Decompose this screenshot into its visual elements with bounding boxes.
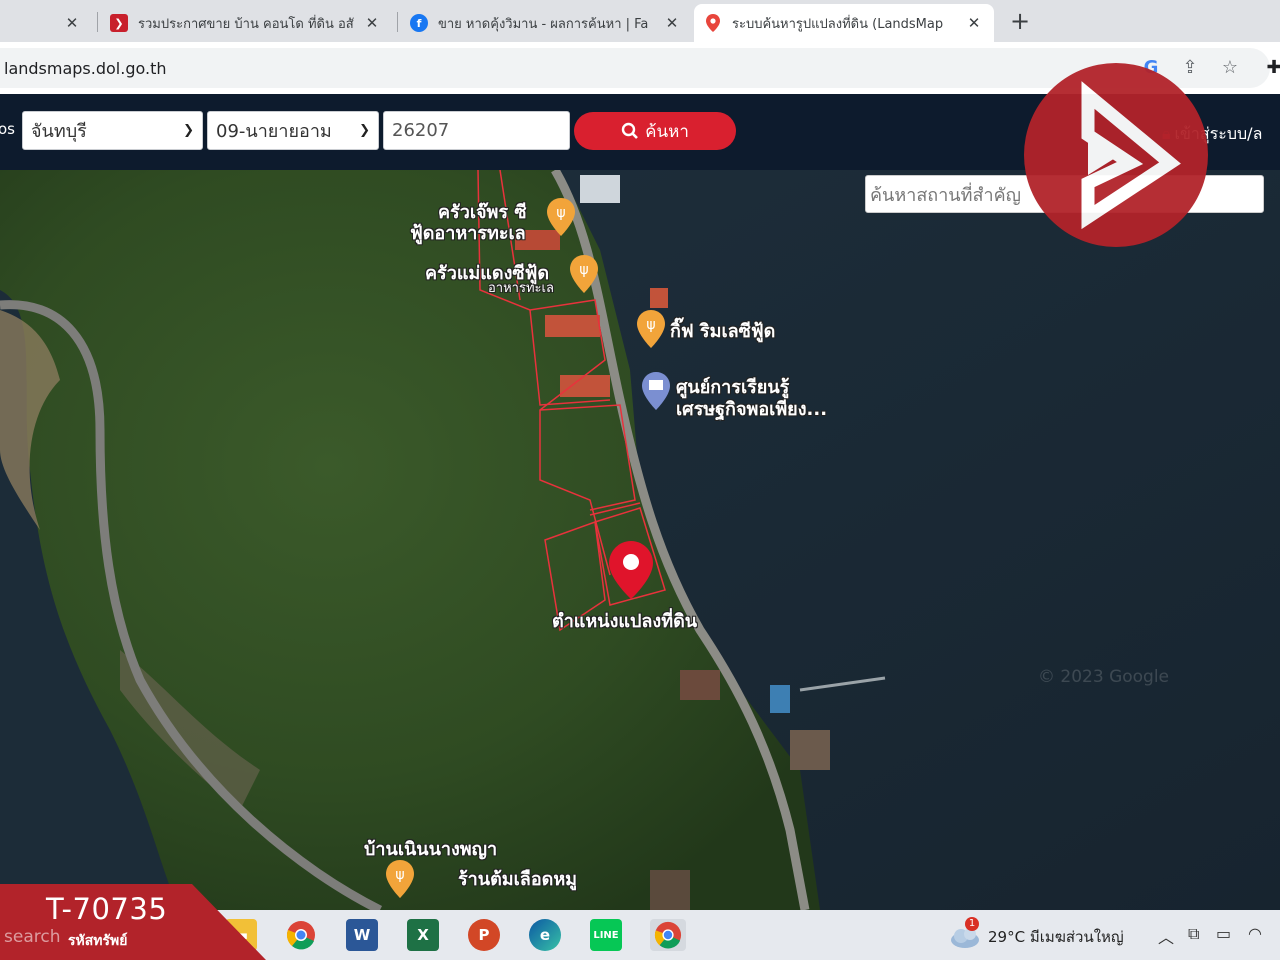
boat	[770, 685, 790, 713]
new-tab-button[interactable]: +	[1006, 8, 1034, 36]
screen: ✕ ❯ รวมประกาศขาย บ้าน คอนโด ที่ดิน อสั ✕…	[0, 0, 1280, 960]
poi-sublabel: เศรษฐกิจพอเพียง...	[676, 399, 828, 420]
restaurant-icon[interactable]: ψ	[570, 255, 598, 293]
province-value: จันทบุรี	[31, 121, 87, 142]
district-select[interactable]: 09-นายายอาม ❯	[207, 111, 379, 150]
listing-code: T-70735	[46, 892, 168, 926]
building	[790, 730, 830, 770]
camera-icon[interactable]: ⧉	[1188, 924, 1199, 944]
building-roof	[545, 315, 600, 337]
building	[580, 175, 620, 203]
tab-property-listing[interactable]: ❯ รวมประกาศขาย บ้าน คอนโด ที่ดิน อสั ✕	[100, 4, 392, 42]
excel-icon[interactable]: X	[407, 919, 439, 951]
tab-title: ระบบค้นหารูปแปลงที่ดิน (LandsMap	[732, 16, 944, 32]
place-search-placeholder: ค้นหาสถานที่สำคัญ	[870, 184, 1021, 206]
brand-b-icon	[1081, 81, 1181, 230]
battery-icon[interactable]: ▭	[1216, 924, 1231, 943]
taskbar-search-text[interactable]: search	[4, 927, 60, 947]
tab-title: ขาย หาดคุ้งวิมาน - ผลการค้นหา | Fa	[438, 16, 649, 32]
listing-code-label: รหัสทรัพย์	[68, 933, 128, 949]
volume-icon[interactable]: ▕	[1272, 924, 1280, 943]
building	[680, 670, 720, 700]
parcel-location-pin-icon[interactable]	[609, 541, 653, 599]
browser-tab-strip: ✕ ❯ รวมประกาศขาย บ้าน คอนโด ที่ดิน อสั ✕…	[0, 0, 1280, 42]
satellite-map[interactable]: ค้นหาสถานที่สำคัญ ครัวเจ๊พร ซี ฟู้ดอาหาร…	[0, 170, 1280, 910]
brand-logo-watermark	[1024, 63, 1208, 247]
svg-text:ψ: ψ	[646, 317, 655, 333]
province-select[interactable]: จันทบุรี ❯	[22, 111, 203, 150]
svg-text:ψ: ψ	[395, 867, 404, 883]
poi-label[interactable]: ร้านต้มเลือดหมู	[458, 864, 577, 893]
search-button[interactable]: ค้นหา	[574, 112, 736, 150]
facebook-icon: f	[410, 14, 428, 32]
place-label[interactable]: บ้านเนินนางพญา	[364, 834, 497, 863]
building	[650, 870, 690, 910]
chrome-icon[interactable]	[285, 919, 317, 951]
learning-center-icon[interactable]	[642, 372, 670, 410]
district-value: 09-นายายอาม	[216, 121, 332, 142]
restaurant-icon[interactable]: ψ	[637, 310, 665, 348]
search-button-label: ค้นหา	[645, 121, 689, 142]
poi-sublabel: ฟู้ดอาหารทะเล	[410, 223, 526, 244]
building-roof	[560, 375, 610, 397]
bookmark-star-icon[interactable]: ☆	[1218, 56, 1242, 80]
chrome-active-icon[interactable]	[650, 919, 686, 951]
close-icon[interactable]: ✕	[964, 14, 984, 32]
tab-landsmaps[interactable]: ระบบค้นหารูปแปลงที่ดิน (LandsMap ✕	[694, 4, 994, 42]
tab-divider	[397, 12, 398, 32]
extensions-icon[interactable]: ✚	[1262, 56, 1280, 80]
parcel-number-value: 26207	[392, 120, 450, 141]
chevron-down-icon: ❯	[359, 123, 370, 138]
close-icon[interactable]: ✕	[662, 14, 682, 32]
brand-b-icon: ❯	[110, 14, 128, 32]
close-icon[interactable]: ✕	[62, 14, 82, 32]
restaurant-icon[interactable]: ψ	[547, 198, 575, 236]
tab-title: รวมประกาศขาย บ้าน คอนโด ที่ดิน อสั	[138, 16, 354, 32]
svg-text:ψ: ψ	[556, 205, 565, 221]
map-copyright: © 2023 Google	[1038, 667, 1170, 687]
search-icon	[621, 122, 639, 139]
chevron-down-icon: ❯	[183, 123, 194, 138]
poi-sublabel: อาหารทะเล	[488, 281, 554, 296]
url-text[interactable]: landsmaps.dol.go.th	[4, 59, 167, 78]
building-roof	[650, 288, 668, 308]
weather-badge: 1	[965, 917, 979, 931]
close-icon[interactable]: ✕	[362, 14, 382, 32]
map-canvas	[0, 170, 1280, 910]
parcel-location-label: ตำแหน่งแปลงที่ดิน	[552, 611, 698, 632]
wifi-icon[interactable]: ◠	[1248, 924, 1262, 943]
powerpoint-icon[interactable]: P	[468, 919, 500, 951]
tab-facebook-search[interactable]: f ขาย หาดคุ้งวิมาน - ผลการค้นหา | Fa ✕	[400, 4, 692, 42]
svg-text:ψ: ψ	[579, 262, 588, 278]
parcel-number-input[interactable]: 26207	[383, 111, 570, 150]
tab-blank[interactable]: ✕	[0, 4, 92, 42]
restaurant-icon[interactable]: ψ	[386, 860, 414, 898]
edge-icon[interactable]: e	[529, 919, 561, 951]
weather-text[interactable]: 29°C มีเมฆส่วนใหญ่	[988, 925, 1124, 949]
word-icon[interactable]: W	[346, 919, 378, 951]
chevron-up-icon[interactable]: ︿	[1158, 924, 1174, 948]
header-leading-text: os	[0, 120, 15, 138]
tab-divider	[97, 12, 98, 32]
weather-cloud-icon[interactable]: 1	[949, 917, 981, 950]
map-pin-icon	[704, 14, 722, 32]
poi-label[interactable]: กิ๊ฟ ริมเลซีฟู้ด	[670, 316, 775, 345]
line-icon[interactable]: LINE	[590, 919, 622, 951]
